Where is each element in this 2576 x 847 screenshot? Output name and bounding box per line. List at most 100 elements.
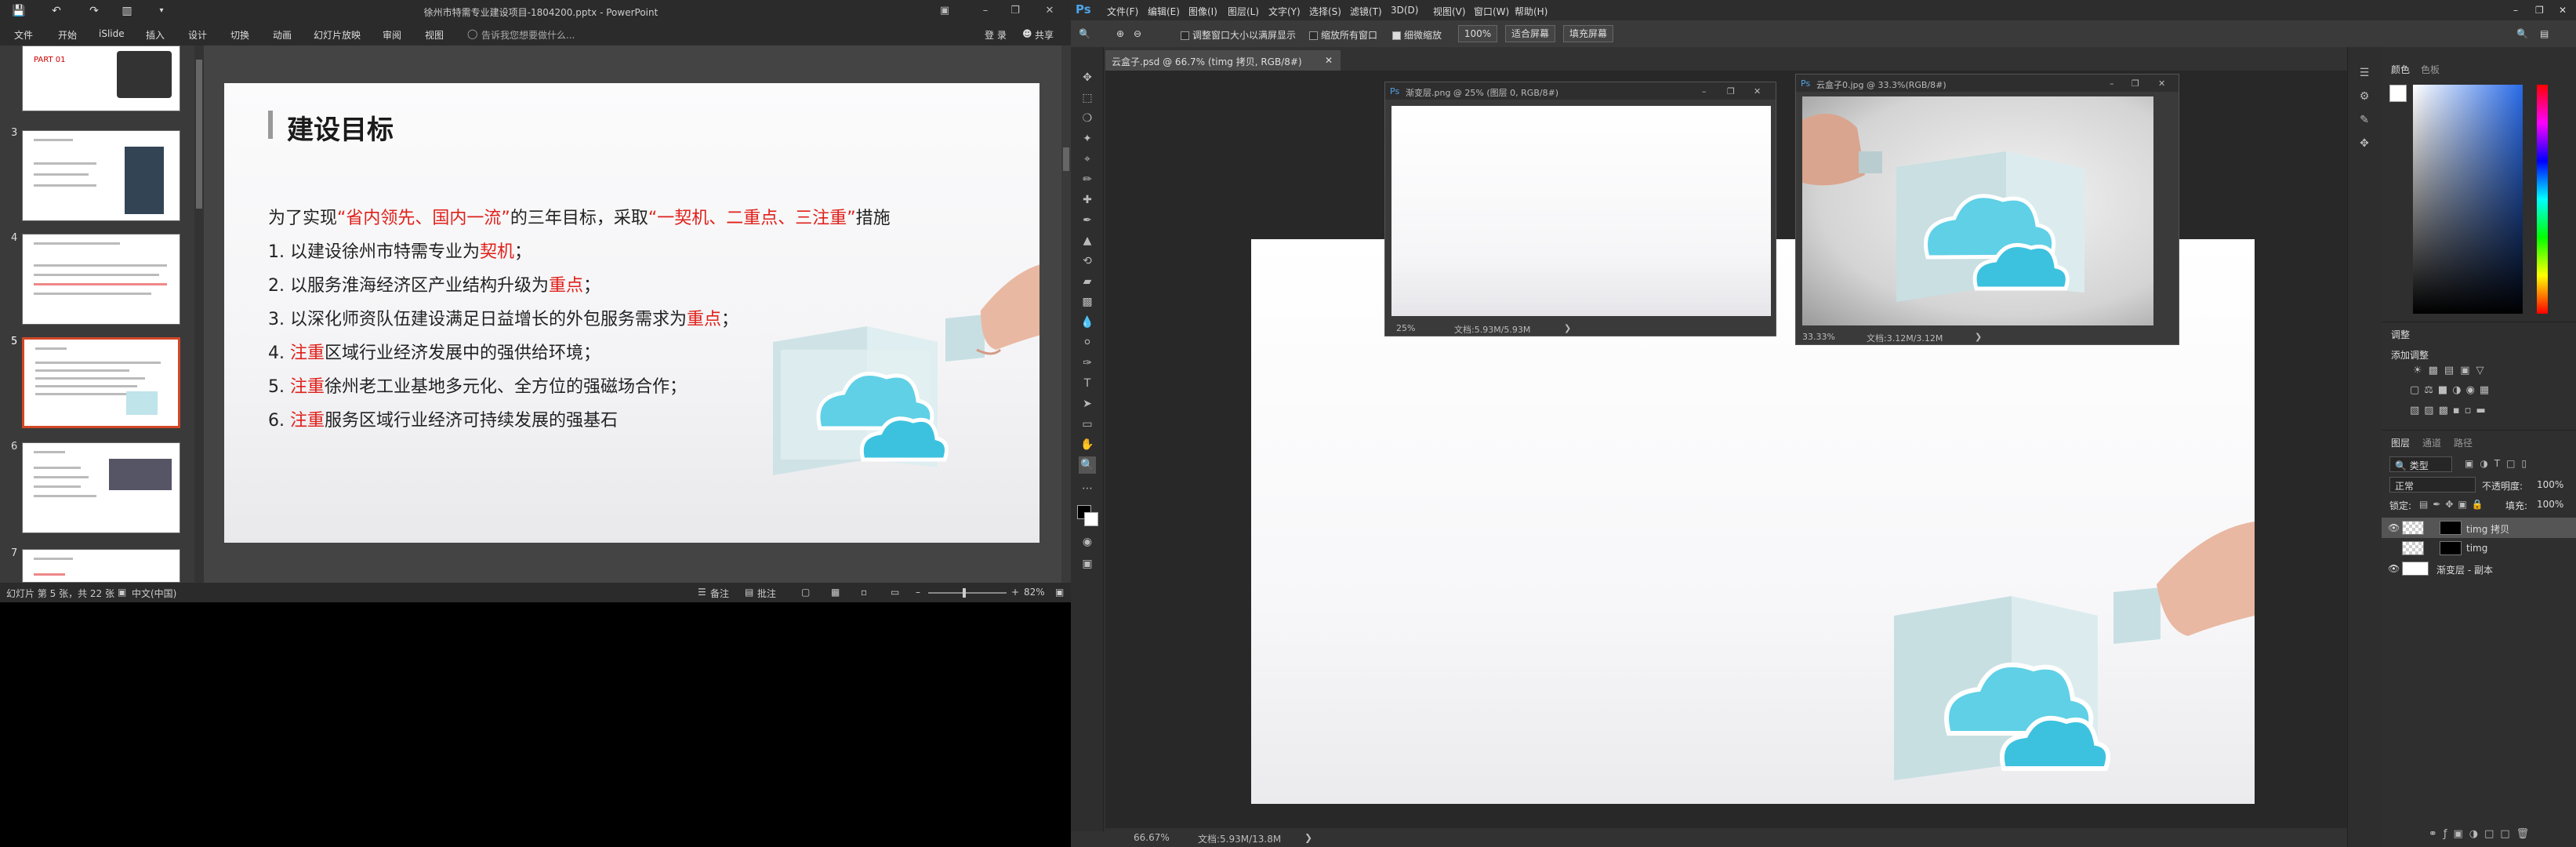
opacity-value[interactable]: 100% bbox=[2537, 479, 2563, 490]
menu-image[interactable]: 图像(I) bbox=[1188, 5, 1217, 18]
eye-icon[interactable]: 👁 bbox=[2388, 563, 2400, 574]
notes-button[interactable]: 备注 bbox=[710, 587, 729, 600]
zoom-in-icon[interactable]: ⊕ bbox=[1116, 28, 1124, 39]
zoom-100-button[interactable]: 100% bbox=[1458, 25, 1497, 42]
slide-thumbnail[interactable] bbox=[22, 442, 180, 533]
floating-doc-gradient[interactable]: Ps 渐变层.png @ 25% (图层 0, RGB/8#) – ❐ ✕ 25… bbox=[1384, 82, 1776, 336]
slide-scrollbar[interactable] bbox=[1061, 45, 1071, 583]
comments-button[interactable]: 批注 bbox=[757, 587, 776, 600]
zoom-tool-icon[interactable]: 🔍 bbox=[1079, 28, 1090, 39]
floating-doc-titlebar[interactable]: Ps 渐变层.png @ 25% (图层 0, RGB/8#) – ❐ ✕ bbox=[1385, 82, 1776, 100]
background-color-swatch[interactable] bbox=[1084, 512, 1098, 526]
floating-doc-zoom[interactable]: 33.33% bbox=[1802, 332, 1835, 342]
tab-design[interactable]: 设计 bbox=[188, 28, 207, 42]
zoom-all-checkbox[interactable]: 缩放所有窗口 bbox=[1309, 28, 1377, 42]
tab-home[interactable]: 开始 bbox=[58, 28, 77, 42]
zoom-out-icon[interactable]: – bbox=[916, 587, 920, 598]
restore-icon[interactable]: ❐ bbox=[1007, 3, 1024, 19]
slide-sorter-icon[interactable]: ▦ bbox=[831, 587, 840, 598]
menu-edit[interactable]: 编辑(E) bbox=[1148, 5, 1180, 18]
gradient-tool-icon[interactable]: ▩ bbox=[1079, 293, 1096, 311]
foreground-color-swatch[interactable] bbox=[2389, 85, 2407, 102]
minimize-icon[interactable]: – bbox=[977, 3, 994, 19]
eraser-icon[interactable]: ▰ bbox=[1079, 273, 1096, 290]
tab-slideshow[interactable]: 幻灯片放映 bbox=[314, 28, 361, 42]
cloudbox-image[interactable] bbox=[1802, 96, 2153, 325]
reading-view-icon[interactable]: ▫ bbox=[861, 587, 867, 598]
rectangle-tool-icon[interactable]: ▭ bbox=[1079, 416, 1096, 433]
restore-icon[interactable]: ❐ bbox=[2132, 78, 2139, 89]
hue-slider[interactable] bbox=[2537, 85, 2548, 314]
zoom-level[interactable]: 82% bbox=[1024, 587, 1045, 598]
fit-screen-button[interactable]: 适合屏幕 bbox=[1505, 25, 1555, 42]
quick-mask-icon[interactable]: ◉ bbox=[1079, 533, 1096, 551]
adjustment-icons-row-3[interactable]: ▧▨▩▪▫▬ bbox=[2410, 405, 2559, 420]
layer-filter-icons[interactable]: ▣◑T□▯ bbox=[2465, 458, 2567, 471]
path-selection-icon[interactable]: ➤ bbox=[1079, 395, 1096, 413]
clone-stamp-icon[interactable]: ▲ bbox=[1079, 232, 1096, 249]
history-brush-icon[interactable]: ⟲ bbox=[1079, 253, 1096, 270]
floating-doc-zoom[interactable]: 25% bbox=[1396, 323, 1415, 333]
close-tab-icon[interactable]: ✕ bbox=[1325, 55, 1333, 66]
ribbon-display-icon[interactable]: ▣ bbox=[936, 3, 953, 19]
adjustment-icons-row-1[interactable]: ☀▩▤▣▽ bbox=[2413, 365, 2546, 380]
layer-mask-thumbnail[interactable] bbox=[2440, 521, 2462, 535]
search-icon[interactable]: 🔍 bbox=[2516, 28, 2528, 39]
tab-islide[interactable]: iSlide bbox=[99, 28, 125, 39]
zoom-slider-thumb[interactable] bbox=[963, 588, 966, 598]
fit-to-window-icon[interactable]: ▣ bbox=[1055, 587, 1064, 598]
tab-color[interactable]: 颜色 bbox=[2391, 63, 2410, 76]
workspace-icon[interactable]: ▤ bbox=[2540, 28, 2549, 39]
tab-adjustments[interactable]: 调整 bbox=[2391, 328, 2410, 341]
restore-icon[interactable]: ❐ bbox=[1727, 86, 1735, 96]
lasso-tool-icon[interactable]: ❍ bbox=[1079, 110, 1096, 127]
doc-zoom-level[interactable]: 66.67% bbox=[1134, 832, 1170, 843]
layer-mask-thumbnail[interactable] bbox=[2440, 541, 2462, 555]
notes-icon[interactable]: ☰ bbox=[698, 587, 706, 598]
close-icon[interactable]: ✕ bbox=[1041, 3, 1058, 19]
more-tools-icon[interactable]: ⋯ bbox=[1079, 480, 1096, 497]
layer-row[interactable]: 👁 渐变层 - 副本 bbox=[2382, 558, 2576, 579]
layer-row[interactable]: timg bbox=[2382, 538, 2576, 558]
zoom-out-icon[interactable]: ⊖ bbox=[1134, 28, 1141, 39]
brush-tool-icon[interactable]: ✒ bbox=[1079, 212, 1096, 229]
slide-thumbnail[interactable]: PART 01 bbox=[22, 45, 180, 111]
menu-help[interactable]: 帮助(H) bbox=[1515, 5, 1547, 18]
tab-file[interactable]: 文件 bbox=[14, 28, 33, 42]
lock-icons[interactable]: ▤✒✥▣🔒 bbox=[2419, 499, 2488, 510]
redo-icon[interactable]: ↷ bbox=[86, 3, 102, 19]
share-icon[interactable]: ☻ bbox=[1022, 28, 1032, 39]
gradient-image[interactable] bbox=[1391, 106, 1771, 316]
menu-file[interactable]: 文件(F) bbox=[1107, 5, 1138, 18]
tab-insert[interactable]: 插入 bbox=[146, 28, 165, 42]
tab-paths[interactable]: 路径 bbox=[2454, 436, 2473, 449]
slideshow-view-icon[interactable]: ▭ bbox=[891, 587, 899, 598]
close-icon[interactable]: ✕ bbox=[2158, 78, 2165, 89]
resize-windows-checkbox[interactable]: 调整窗口大小以满屏显示 bbox=[1181, 28, 1296, 42]
customize-toolbar-icon[interactable]: ▾ bbox=[154, 3, 169, 19]
menu-window[interactable]: 窗口(W) bbox=[1474, 5, 1509, 18]
minimize-icon[interactable]: – bbox=[2110, 78, 2114, 89]
menu-type[interactable]: 文字(Y) bbox=[1268, 5, 1301, 18]
menu-view[interactable]: 视图(V) bbox=[1433, 5, 1466, 18]
normal-view-icon[interactable]: ▢ bbox=[801, 587, 810, 598]
status-arrow-icon[interactable]: ❯ bbox=[1304, 832, 1312, 843]
layer-filter-select[interactable]: 🔍 类型 bbox=[2389, 456, 2452, 472]
pen-tool-icon[interactable]: ✑ bbox=[1079, 354, 1096, 372]
undo-icon[interactable]: ↶ bbox=[49, 3, 64, 19]
magic-wand-icon[interactable]: ✦ bbox=[1079, 130, 1096, 147]
blend-mode-select[interactable]: 正常 bbox=[2389, 477, 2476, 493]
layer-panel-footer-icons[interactable]: ⚭ƒ▣◑□□🗑 bbox=[2429, 828, 2576, 844]
adjustment-icons-row-2[interactable]: ▢⚖■◑◉▦ bbox=[2410, 384, 2559, 400]
floating-doc-cloudbox[interactable]: Ps 云盒子0.jpg @ 33.3%(RGB/8#) – ❐ ✕ 33.33% bbox=[1795, 74, 2179, 345]
slide-thumbnail[interactable] bbox=[22, 549, 180, 583]
marquee-tool-icon[interactable]: ⬚ bbox=[1079, 89, 1096, 107]
start-slideshow-icon[interactable]: ▥ bbox=[119, 3, 135, 19]
tab-swatches[interactable]: 色板 bbox=[2421, 63, 2440, 76]
eyedropper-icon[interactable]: ✏ bbox=[1079, 171, 1096, 188]
tab-view[interactable]: 视图 bbox=[425, 28, 444, 42]
login-link[interactable]: 登 录 bbox=[985, 28, 1007, 42]
dodge-tool-icon[interactable]: ⚪ bbox=[1079, 334, 1096, 351]
menu-select[interactable]: 选择(S) bbox=[1309, 5, 1341, 18]
menu-filter[interactable]: 滤镜(T) bbox=[1350, 5, 1382, 18]
